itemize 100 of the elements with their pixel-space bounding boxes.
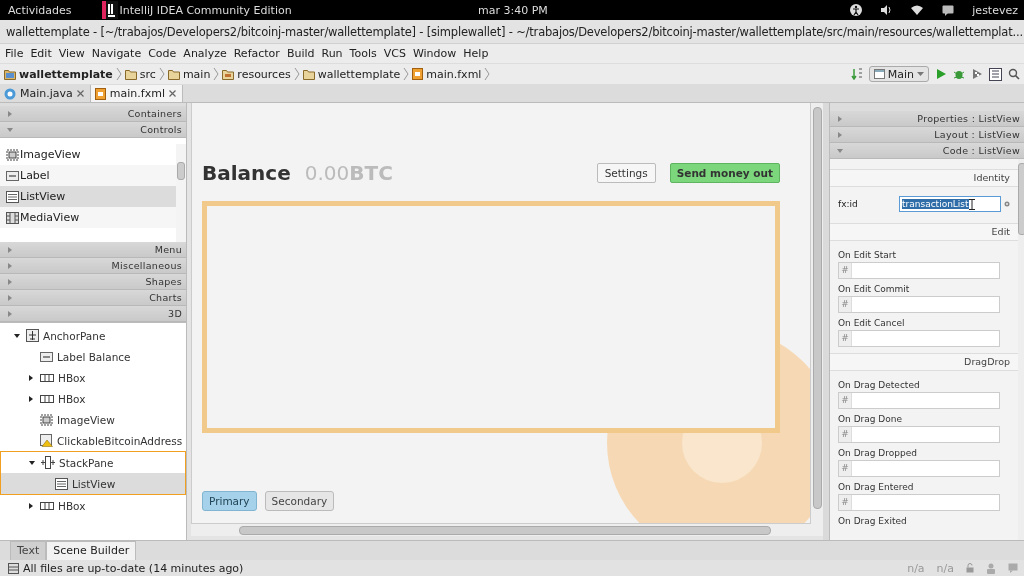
debug-icon[interactable] — [953, 68, 965, 80]
tree-item[interactable]: AnchorPane — [0, 325, 186, 346]
scrollbar-thumb[interactable] — [812, 107, 822, 509]
expand-arrow-icon[interactable] — [27, 373, 35, 382]
toggle-button[interactable]: Secondary — [264, 491, 335, 511]
scrollbar-thumb[interactable] — [177, 162, 185, 180]
collapse-arrow-icon[interactable] — [13, 331, 21, 340]
tree-item[interactable]: ListView — [1, 473, 185, 494]
app-menu[interactable]: IntelliJ IDEA Community Edition — [119, 3, 292, 17]
editor-tab[interactable]: main.fxml — [90, 85, 183, 102]
label-icon — [40, 351, 53, 362]
balance-label: Balance — [202, 161, 291, 185]
image-view-icon — [40, 413, 53, 426]
media-view-icon — [6, 211, 19, 224]
anchor-pane-icon — [26, 329, 39, 342]
close-icon[interactable] — [76, 90, 84, 97]
breadcrumb-item[interactable]: main.fxml — [412, 67, 482, 81]
coverage-icon[interactable] — [971, 68, 983, 80]
section-header[interactable]: Shapes — [0, 274, 186, 290]
sort-icon[interactable] — [850, 68, 863, 80]
expand-arrow-icon[interactable] — [27, 501, 35, 510]
menu-item[interactable]: Build — [285, 47, 321, 60]
section-header[interactable]: Controls — [0, 122, 186, 138]
folder-icon — [124, 68, 137, 80]
image-view-icon — [6, 148, 19, 161]
run-icon[interactable] — [935, 68, 947, 80]
user-menu[interactable]: jestevez — [972, 3, 1018, 17]
tree-item[interactable]: HBox — [0, 367, 186, 388]
chevron-icon — [115, 67, 122, 81]
scrollbar-thumb[interactable] — [1018, 163, 1024, 235]
section-header[interactable]: Containers — [0, 106, 186, 122]
menu-item[interactable]: Code — [147, 47, 183, 60]
breadcrumb-item[interactable]: wallettemplate — [302, 67, 401, 81]
view-tab[interactable]: Scene Builder — [46, 541, 137, 560]
folder-icon — [302, 68, 315, 80]
gear-icon[interactable] — [1004, 201, 1010, 207]
list-view-icon — [6, 190, 19, 203]
field-label: On Drag Entered — [838, 482, 915, 492]
tree-item[interactable]: Label Balance — [0, 346, 186, 367]
section-header[interactable]: 3D — [0, 306, 186, 322]
library-item[interactable]: ListView — [0, 186, 176, 207]
menu-item[interactable]: Run — [320, 47, 349, 60]
tree-item[interactable]: StackPane — [1, 452, 185, 473]
tree-item[interactable]: ClickableBitcoinAddress — [0, 430, 186, 451]
menu-item[interactable]: Tools — [348, 47, 383, 60]
field-label: On Edit Cancel — [838, 318, 906, 328]
section-header[interactable]: Menu — [0, 242, 186, 258]
menu-item[interactable]: File — [4, 47, 30, 60]
settings-button[interactable]: Settings — [596, 163, 656, 183]
menu-item[interactable]: Refactor — [232, 47, 286, 60]
section-header[interactable]: Code : ListView — [830, 143, 1024, 159]
expand-arrow-icon[interactable] — [27, 394, 35, 403]
accessibility-icon[interactable] — [850, 4, 863, 16]
breadcrumb-item[interactable]: wallettemplate — [4, 67, 113, 81]
events-icon[interactable] — [1008, 563, 1018, 573]
tree-item[interactable]: ImageView — [0, 409, 186, 430]
breadcrumb-item[interactable]: main — [167, 67, 211, 81]
field-label: On Drag Detected — [838, 380, 921, 390]
menu-item[interactable]: VCS — [382, 47, 412, 60]
library-item[interactable]: MediaView — [0, 207, 176, 228]
section-header[interactable]: Layout : ListView — [830, 127, 1024, 143]
section-header[interactable]: Properties : ListView — [830, 111, 1024, 127]
editor-tab[interactable]: Main.java — [0, 85, 91, 102]
inspector-icon[interactable] — [986, 562, 996, 574]
class-icon — [4, 87, 16, 100]
volume-icon[interactable] — [880, 4, 893, 16]
section-header[interactable]: Miscellaneous — [0, 258, 186, 274]
close-icon[interactable] — [168, 90, 176, 97]
menu-item[interactable]: Help — [462, 47, 495, 60]
scrollbar-thumb[interactable] — [239, 525, 771, 535]
field-label: fx:id — [838, 199, 859, 209]
menu-item[interactable]: Navigate — [90, 47, 148, 60]
menu-item[interactable]: Analyze — [182, 47, 233, 60]
breadcrumb-item[interactable]: resources — [222, 67, 291, 81]
tree-item[interactable]: HBox — [0, 388, 186, 409]
menu-item[interactable]: View — [57, 47, 91, 60]
search-icon[interactable] — [1008, 68, 1020, 80]
file-icon — [412, 68, 424, 80]
collapse-arrow-icon[interactable] — [28, 458, 36, 467]
run-config-dropdown[interactable]: Main — [868, 66, 929, 82]
structure-icon[interactable] — [989, 67, 1002, 81]
lock-icon[interactable] — [966, 563, 974, 573]
window-title: wallettemplate - [~/trabajos/Developers2/bitcoinj-master/wallettemplate] - [simplewallet] - ~/trabajos/Developers2/bitcoinj-master/wallettemplate/src/main/resources/wallettemplat... — [6, 24, 1023, 39]
id-field[interactable]: transactionList — [899, 196, 1001, 212]
activities-button[interactable]: Actividades — [0, 3, 80, 17]
chat-icon[interactable] — [942, 4, 955, 16]
menu-item[interactable]: Edit — [29, 47, 58, 60]
library-item[interactable]: Label — [0, 165, 176, 186]
section-header[interactable]: Charts — [0, 290, 186, 306]
tree-item[interactable]: HBox — [0, 495, 186, 516]
file-icon — [94, 87, 106, 100]
send-money-button[interactable]: Send money out — [669, 163, 780, 183]
breadcrumb-item[interactable]: src — [124, 67, 156, 81]
toggle-button[interactable]: Primary — [202, 491, 257, 511]
tool-window-icon[interactable] — [8, 562, 19, 574]
wifi-icon[interactable] — [910, 4, 925, 16]
view-tab[interactable]: Text — [10, 541, 47, 560]
field-label: On Drag Exited — [838, 516, 908, 526]
menu-item[interactable]: Window — [411, 47, 463, 60]
clock[interactable]: mar 3:40 PM — [478, 4, 548, 17]
